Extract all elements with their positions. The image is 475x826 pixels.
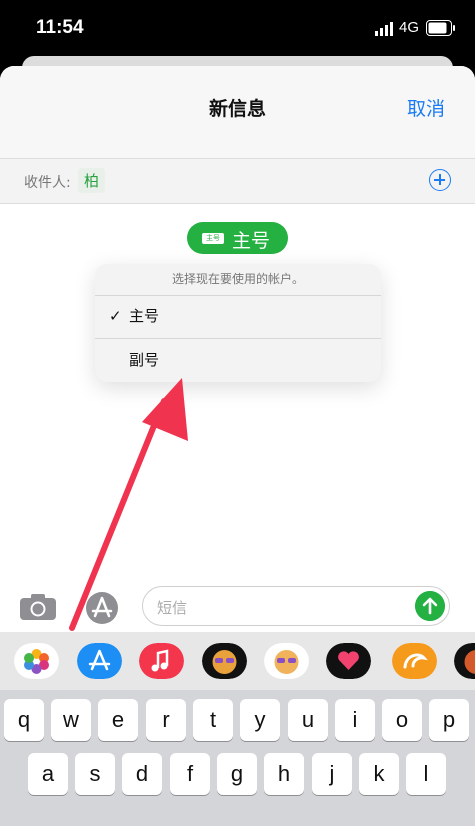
uc-browser-icon[interactable] [392,643,437,679]
key-l[interactable]: l [406,753,446,795]
memoji-stickers-icon[interactable] [264,643,309,679]
account-selector-button[interactable]: 主号 主号 [187,222,288,254]
app-store-icon[interactable] [77,643,122,679]
key-h[interactable]: h [264,753,304,795]
cancel-button[interactable]: 取消 [407,94,445,121]
keyboard: q w e r t y u i o p a s d f g h j k l [0,690,475,826]
menu-item-label: 副号 [129,339,159,382]
recipient-chip[interactable]: 柏 [78,168,105,193]
message-placeholder: 短信 [157,597,187,618]
popover-hint: 选择现在要使用的帐户。 [95,264,381,296]
app-store-icon[interactable] [84,590,120,626]
account-label: 主号 [232,226,270,253]
battery-icon [426,20,456,36]
send-icon[interactable] [415,591,445,621]
key-k[interactable]: k [359,753,399,795]
header: 新信息 取消 [0,66,475,158]
camera-icon[interactable] [18,592,58,622]
app-strip [0,632,475,690]
key-s[interactable]: s [75,753,115,795]
add-contact-icon[interactable] [429,169,451,191]
key-y[interactable]: y [240,699,280,741]
sim-card-icon: 主号 [202,233,224,244]
page-title: 新信息 [0,94,475,121]
key-d[interactable]: d [122,753,162,795]
recipient-label: 收件人: [24,172,71,192]
music-icon[interactable] [139,643,184,679]
menu-item-label: 主号 [129,295,159,338]
composer-bar: 短信 [0,582,475,632]
key-w[interactable]: w [51,699,91,741]
key-a[interactable]: a [28,753,68,795]
menu-item-secondary[interactable]: 副号 [95,339,381,382]
digital-touch-icon[interactable] [326,643,371,679]
key-g[interactable]: g [217,753,257,795]
network-label: 4G [399,19,419,36]
key-u[interactable]: u [288,699,328,741]
key-t[interactable]: t [193,699,233,741]
status-bar: 11:54 4G [0,0,475,60]
key-f[interactable]: f [170,753,210,795]
key-p[interactable]: p [429,699,469,741]
status-time: 11:54 [36,17,84,39]
key-j[interactable]: j [312,753,352,795]
key-r[interactable]: r [146,699,186,741]
photos-icon[interactable] [14,643,59,679]
checkmark-icon: ✓ [109,295,122,338]
recipient-row[interactable]: 收件人: 柏 [0,158,475,204]
menu-item-primary[interactable]: ✓ 主号 [95,295,381,339]
new-message-sheet: 新信息 取消 收件人: 柏 主号 主号 选择现在要使用的帐户。 ✓ 主号 副号 [0,66,475,826]
key-e[interactable]: e [98,699,138,741]
signal-icon [375,22,395,36]
key-i[interactable]: i [335,699,375,741]
message-input[interactable]: 短信 [142,586,450,626]
key-q[interactable]: q [4,699,44,741]
memoji-partial-icon[interactable] [454,643,475,679]
memoji-icon[interactable] [202,643,247,679]
account-popover: 选择现在要使用的帐户。 ✓ 主号 副号 [95,264,381,382]
key-o[interactable]: o [382,699,422,741]
